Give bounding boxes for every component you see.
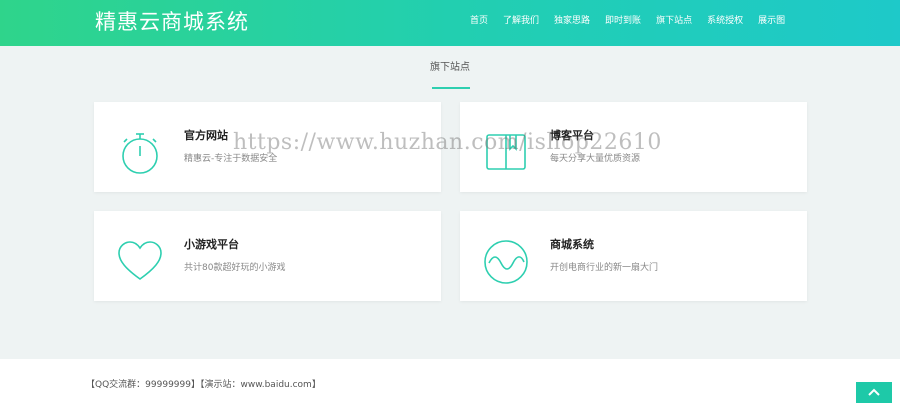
card-title: 小游戏平台	[184, 238, 239, 251]
site-card-games[interactable]: 小游戏平台 共计80款超好玩的小游戏	[94, 211, 441, 301]
card-title: 博客平台	[550, 129, 594, 142]
card-title: 官方网站	[184, 129, 228, 142]
heart-icon	[118, 241, 162, 280]
card-desc: 共计80款超好玩的小游戏	[184, 263, 286, 273]
book-icon	[486, 134, 526, 170]
back-to-top-button[interactable]	[856, 382, 892, 403]
nav-item-gallery[interactable]: 展示图	[758, 14, 785, 30]
nav-item-license[interactable]: 系统授权	[707, 14, 743, 30]
card-desc: 开创电商行业的新一扇大门	[550, 263, 659, 273]
title-underline	[432, 87, 470, 89]
stopwatch-icon	[122, 133, 158, 174]
site-card-official[interactable]: 官方网站 精惠云-专注于数据安全	[94, 102, 441, 192]
footer: 【QQ交流群：99999999】【演示站：www.baidu.com】	[0, 359, 900, 403]
nav-item-sites[interactable]: 旗下站点	[656, 14, 692, 30]
wave-circle-icon	[484, 240, 528, 284]
chevron-up-icon	[868, 388, 880, 396]
nav-item-ideas[interactable]: 独家思路	[554, 14, 590, 30]
nav-item-instant[interactable]: 即时到账	[605, 14, 641, 30]
brand-title[interactable]: 精惠云商城系统	[95, 8, 249, 36]
site-card-blog[interactable]: 博客平台 每天分享大量优质资源	[460, 102, 807, 192]
nav-item-about[interactable]: 了解我们	[503, 14, 539, 30]
section-title: 旗下站点	[430, 62, 470, 73]
site-card-mall[interactable]: 商城系统 开创电商行业的新一扇大门	[460, 211, 807, 301]
nav-item-home[interactable]: 首页	[470, 14, 488, 30]
footer-contact-text: 【QQ交流群：99999999】【演示站：www.baidu.com】	[86, 380, 321, 390]
card-desc: 每天分享大量优质资源	[550, 154, 641, 164]
main-nav: 首页 了解我们 独家思路 即时到账 旗下站点 系统授权 展示图	[470, 14, 800, 30]
header-bar: 精惠云商城系统 首页 了解我们 独家思路 即时到账 旗下站点 系统授权 展示图	[0, 0, 900, 46]
card-desc: 精惠云-专注于数据安全	[184, 154, 278, 164]
card-title: 商城系统	[550, 238, 594, 251]
